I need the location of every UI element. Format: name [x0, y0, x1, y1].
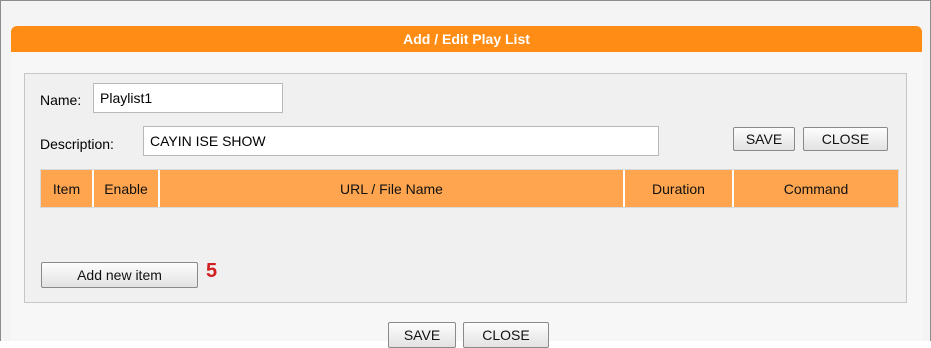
- column-header-item: Item: [41, 170, 94, 207]
- description-label: Description:: [40, 136, 114, 152]
- column-header-enable: Enable: [94, 170, 160, 207]
- column-header-url: URL / File Name: [160, 170, 625, 207]
- description-input[interactable]: CAYIN ISE SHOW: [143, 126, 659, 156]
- footer-close-button[interactable]: CLOSE: [463, 322, 549, 348]
- playlist-table-header: Item Enable URL / File Name Duration Com…: [40, 169, 899, 208]
- window-title: Add / Edit Play List: [403, 31, 530, 47]
- window-title-bar: Add / Edit Play List: [11, 26, 922, 52]
- name-input[interactable]: Playlist1: [93, 83, 283, 113]
- column-header-command: Command: [783, 180, 849, 197]
- playlist-window: Add / Edit Play List Name: Playlist1 Des…: [0, 0, 931, 348]
- close-button[interactable]: CLOSE: [803, 127, 888, 151]
- footer-save-button[interactable]: SAVE: [388, 322, 456, 348]
- step-number-label: 5: [206, 260, 218, 282]
- save-button[interactable]: SAVE: [733, 127, 795, 151]
- name-label: Name:: [40, 92, 82, 108]
- add-new-item-button[interactable]: Add new item: [41, 262, 198, 288]
- column-header-duration: Duration: [625, 170, 734, 207]
